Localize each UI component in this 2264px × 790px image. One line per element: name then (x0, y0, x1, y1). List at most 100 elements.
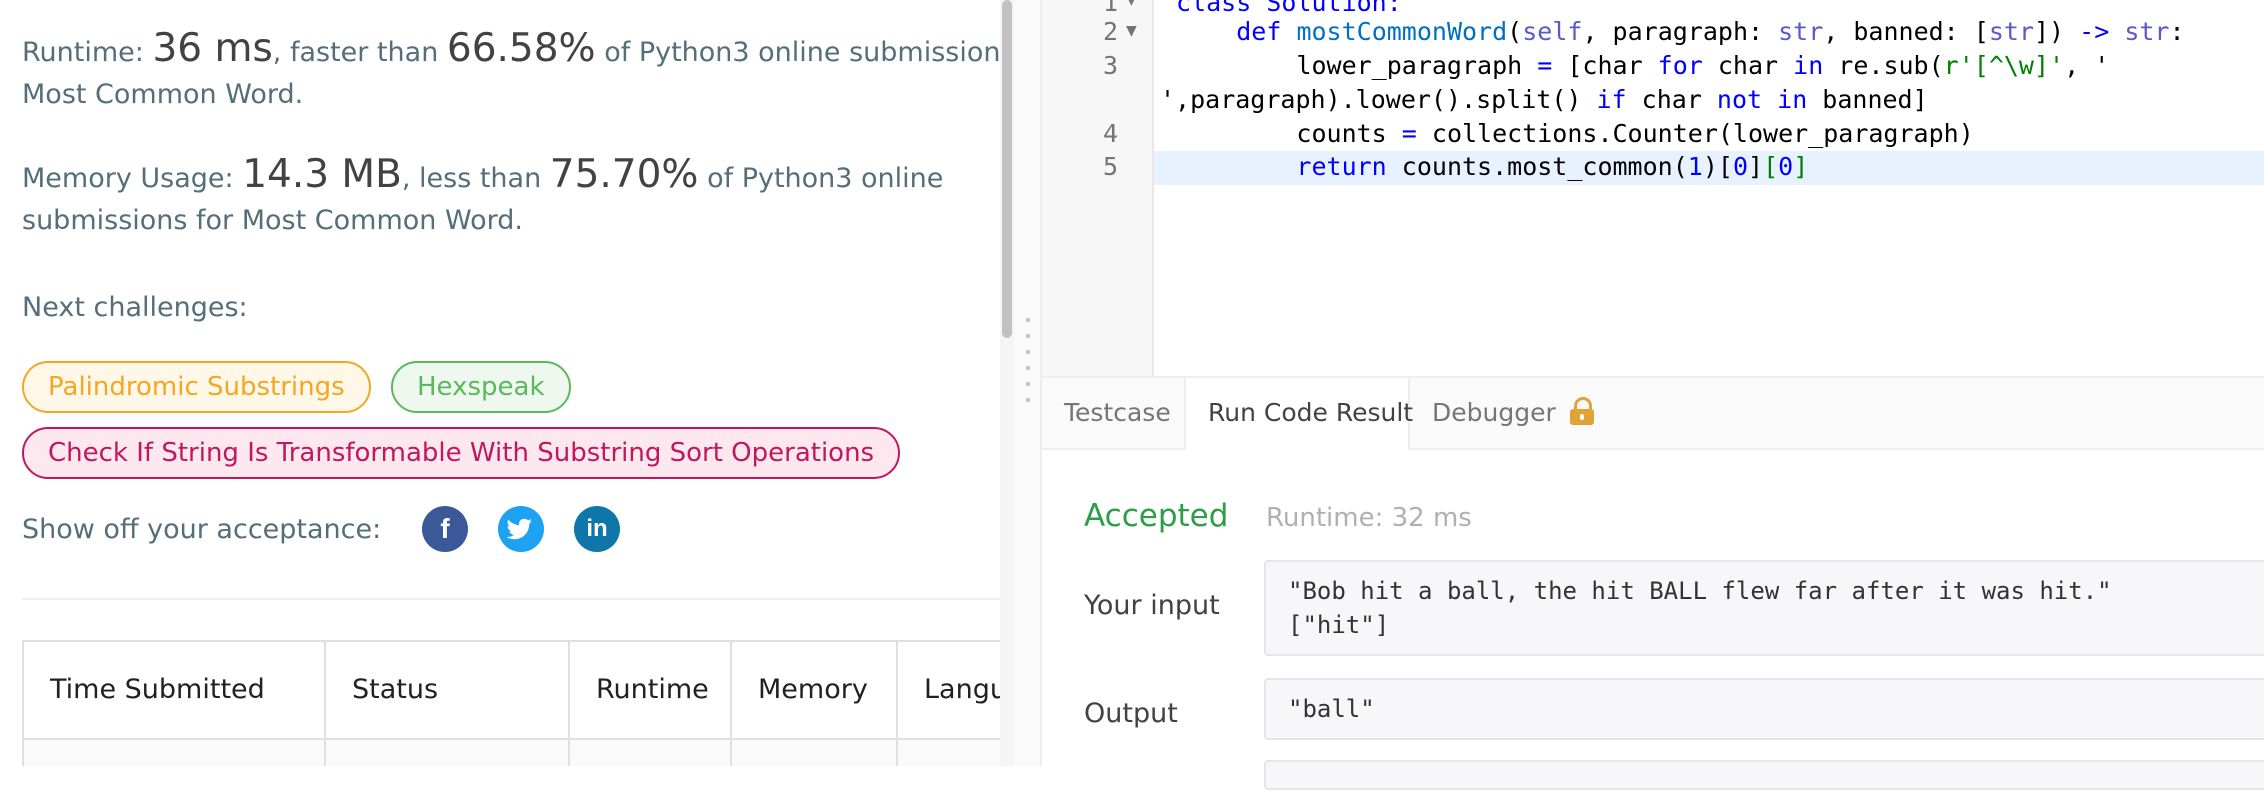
grip-dot (1026, 398, 1030, 402)
lock-icon (1569, 397, 1594, 425)
code-token: str (1988, 17, 2034, 46)
code-token: in (1793, 51, 1824, 80)
fold-arrow-icon[interactable]: ▼ (1126, 23, 1137, 39)
submissions-table: Time Submitted Status Runtime Memory Lan… (22, 640, 1000, 766)
code-token: 1 (1687, 152, 1703, 181)
challenge-chip-palindromic-substrings[interactable]: Palindromic Substrings (22, 361, 371, 413)
code-token: re.sub( (1823, 51, 1944, 80)
grip-dot (1026, 382, 1030, 386)
console-panel: Testcase Run Code Result Debugger Accept… (1042, 376, 2264, 790)
memory-value: 14.3 MB (242, 152, 402, 197)
grip-dot (1026, 366, 1030, 370)
output-value: "ball" (1264, 678, 2264, 740)
challenge-chip-string-transformable[interactable]: Check If String Is Transformable With Su… (22, 427, 901, 479)
line-number: 3 (1102, 51, 1118, 80)
runtime-percent: 66.58% (446, 26, 596, 71)
twitter-share-icon[interactable] (498, 506, 544, 552)
runtime-summary: Runtime: 36 ms, faster than 66.58% of Py… (22, 28, 1000, 116)
tab-run-code-result[interactable]: Run Code Result (1184, 378, 1413, 450)
line-number: 5 (1102, 152, 1118, 181)
code-token: -> (2079, 17, 2110, 46)
code-token: = (1401, 119, 1417, 148)
pane-resize-handle[interactable] (1014, 0, 1042, 766)
challenge-chip-hexspeak[interactable]: Hexspeak (391, 361, 571, 413)
column-header-language[interactable]: Langu (898, 642, 1000, 738)
memory-suffix: of Python3 online (698, 163, 944, 194)
runtime-label: Runtime: (22, 37, 153, 68)
twitter-bird-icon (506, 518, 532, 540)
code-token: , ' (2064, 51, 2110, 80)
code-token: : (2169, 17, 2185, 46)
code-token: ]) (2034, 17, 2080, 46)
code-token: mostCommonWord (1296, 17, 1508, 46)
console-tabs: Testcase Run Code Result Debugger (1042, 378, 2264, 450)
memory-mid-text: , less than (401, 163, 550, 194)
code-token: return (1296, 152, 1387, 181)
code-token: ',paragraph).lower().split() (1160, 85, 1597, 114)
code-token: , paragraph: (1582, 17, 1779, 46)
facebook-share-icon[interactable]: f (422, 506, 468, 552)
code-token: class Solution: (1176, 0, 1402, 17)
table-row[interactable] (24, 740, 1000, 766)
grip-dot (1026, 350, 1030, 354)
grip-dot (1026, 334, 1030, 338)
result-runtime: Runtime: 32 ms (1266, 503, 1472, 533)
code-token: if (1596, 85, 1627, 114)
table-cell (732, 740, 898, 766)
code-token: char (1702, 51, 1794, 80)
table-cell (24, 740, 326, 766)
code-token: )[ (1702, 152, 1733, 181)
section-divider (22, 598, 1000, 600)
your-input-value: "Bob hit a ball, the hit BALL flew far a… (1264, 560, 2264, 656)
code-token: self (1522, 17, 1583, 46)
memory-summary: Memory Usage: 14.3 MB, less than 75.70% … (22, 154, 1000, 242)
code-line-3-wrap: ',paragraph).lower().split() if char not… (1160, 85, 1928, 114)
code-token: r'[^\w]' (1943, 51, 2065, 80)
left-pane-scrollbar[interactable] (1000, 0, 1014, 766)
memory-label: Memory Usage: (22, 163, 243, 194)
code-token: = (1537, 51, 1553, 80)
memory-percent: 75.70% (549, 152, 699, 197)
code-token: counts.most_common( (1386, 152, 1688, 181)
column-header-status[interactable]: Status (326, 642, 570, 738)
column-header-time-submitted[interactable]: Time Submitted (24, 642, 326, 738)
column-header-runtime[interactable]: Runtime (570, 642, 732, 738)
tab-debugger[interactable]: Debugger (1410, 378, 1610, 448)
code-editor[interactable]: 1 ▼ 2 ▼ 3 4 5 class Solution: def mostCo… (1042, 0, 2264, 376)
table-cell (570, 740, 732, 766)
code-line-3: lower_paragraph = [char for char in re.s… (1176, 51, 2109, 80)
table-header-row: Time Submitted Status Runtime Memory Lan… (24, 642, 1000, 740)
column-header-memory[interactable]: Memory (732, 642, 898, 738)
line-number-gutter: 1 ▼ 2 ▼ 3 4 5 (1042, 0, 1154, 376)
line-number: 4 (1102, 119, 1118, 148)
table-cell (898, 740, 1000, 766)
runtime-mid-text: , faster than (272, 37, 447, 68)
code-token: 0 (1778, 152, 1794, 181)
runtime-suffix: of Python3 online submissions for (604, 37, 1000, 68)
code-token: def (1236, 17, 1282, 46)
grip-dot (1026, 318, 1030, 322)
line-number: 2 (1102, 17, 1118, 46)
code-token: ( (1507, 17, 1523, 46)
runtime-line2: Most Common Word. (22, 79, 304, 110)
scrollbar-thumb[interactable] (1002, 0, 1012, 338)
your-input-label: Your input (1084, 590, 1220, 621)
linkedin-share-icon[interactable]: in (574, 506, 620, 552)
tab-testcase[interactable]: Testcase (1042, 378, 1184, 448)
output-label: Output (1084, 698, 1178, 729)
fold-arrow-icon[interactable]: ▼ (1126, 0, 1137, 8)
code-token: counts (1296, 119, 1402, 148)
share-label: Show off your acceptance: (22, 514, 382, 545)
line-number: 1 (1102, 0, 1118, 17)
code-token: ] (1793, 152, 1809, 181)
code-token: banned] (1807, 85, 1928, 114)
code-token: str (1778, 17, 1824, 46)
next-challenges-label: Next challenges: (22, 292, 248, 323)
code-token: 0 (1732, 152, 1748, 181)
